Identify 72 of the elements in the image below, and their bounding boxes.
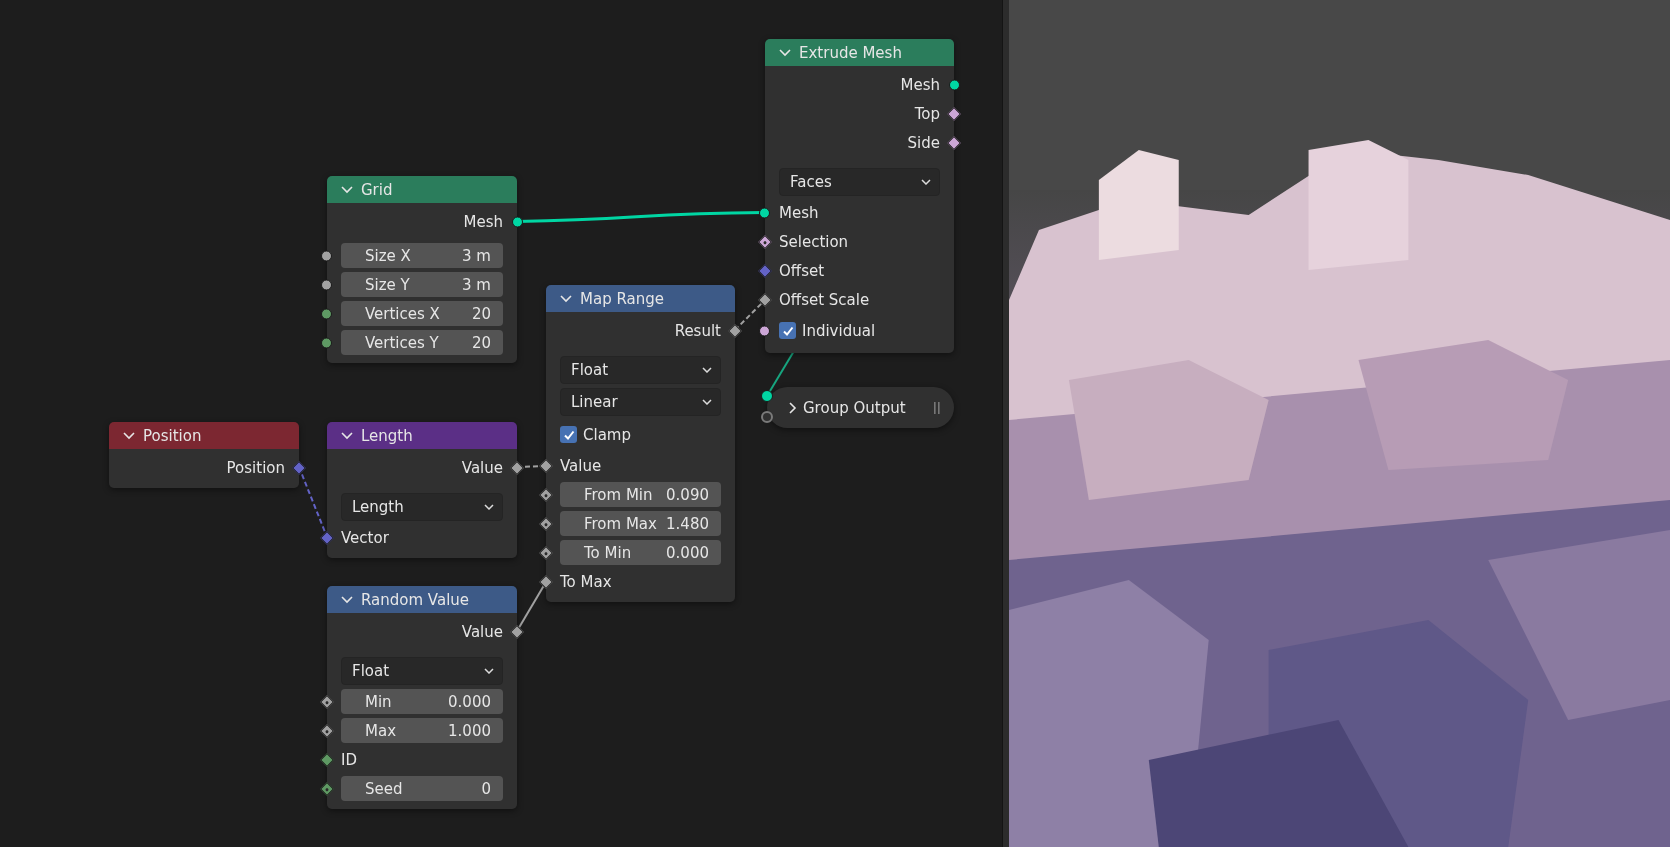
socket-label: Mesh — [463, 212, 503, 231]
socket-dot[interactable] — [949, 79, 960, 90]
node-title: Group Output — [803, 398, 907, 417]
node-title: Extrude Mesh — [799, 43, 902, 62]
node-header[interactable]: Position — [109, 422, 299, 449]
socket-dot[interactable] — [512, 216, 523, 227]
grip-icon[interactable] — [934, 401, 940, 414]
node-header[interactable]: Random Value — [327, 586, 517, 613]
socket-label: Side — [907, 133, 940, 152]
socket-dot[interactable] — [321, 279, 332, 290]
checkbox[interactable] — [560, 426, 577, 443]
chevron-right-icon[interactable] — [789, 401, 797, 414]
socket-dot[interactable] — [759, 207, 770, 218]
chevron-down-icon[interactable] — [341, 185, 353, 194]
number-field[interactable]: Size X 3 m — [341, 243, 503, 268]
socket-label: Value — [461, 622, 503, 641]
socket-label: Value — [461, 458, 503, 477]
socket-label: Selection — [779, 232, 849, 251]
socket-label: Result — [674, 321, 721, 340]
number-field[interactable]: From Min 0.090 — [560, 482, 721, 507]
node-title: Position — [143, 426, 202, 445]
socket-ring[interactable] — [761, 411, 773, 423]
caret-icon — [921, 179, 931, 185]
socket-label: Mesh — [779, 203, 819, 222]
socket-label: Position — [226, 458, 285, 477]
node-title: Random Value — [361, 590, 470, 609]
number-field[interactable]: To Min 0.000 — [560, 540, 721, 565]
number-field[interactable]: From Max 1.480 — [560, 511, 721, 536]
chevron-down-icon[interactable] — [341, 431, 353, 440]
chevron-down-icon[interactable] — [779, 48, 791, 57]
socket-dot[interactable] — [321, 337, 332, 348]
node-title: Map Range — [580, 289, 664, 308]
chevron-down-icon[interactable] — [123, 431, 135, 440]
number-field[interactable]: Vertices X 20 — [341, 301, 503, 326]
node-header[interactable]: Extrude Mesh — [765, 39, 954, 66]
node-header[interactable]: Length — [327, 422, 517, 449]
number-field[interactable]: Max 1.000 — [341, 718, 503, 743]
checkbox-label: Individual — [802, 321, 876, 340]
dropdown[interactable]: Length — [341, 493, 503, 521]
caret-icon — [484, 504, 494, 510]
caret-icon — [484, 668, 494, 674]
caret-icon — [702, 367, 712, 373]
node-title: Length — [361, 426, 413, 445]
socket-label: To Max — [560, 572, 612, 591]
checkbox-label: Clamp — [583, 425, 631, 444]
socket-label: Vector — [341, 528, 389, 547]
dropdown[interactable]: Float — [560, 356, 721, 384]
socket-dot[interactable] — [761, 390, 773, 402]
checkbox[interactable] — [779, 322, 796, 339]
dropdown[interactable]: Linear — [560, 388, 721, 416]
socket-dot[interactable] — [321, 308, 332, 319]
number-field[interactable]: Seed 0 — [341, 776, 503, 801]
dropdown[interactable]: Float — [341, 657, 503, 685]
chevron-down-icon[interactable] — [341, 595, 353, 604]
caret-icon — [702, 399, 712, 405]
socket-label: Value — [560, 456, 602, 475]
number-field[interactable]: Vertices Y 20 — [341, 330, 503, 355]
socket-dot[interactable] — [759, 325, 770, 336]
socket-label: Offset Scale — [779, 290, 870, 309]
socket-label: Top — [914, 104, 940, 123]
dropdown[interactable]: Faces — [779, 168, 940, 196]
socket-dot[interactable] — [321, 250, 332, 261]
node-title: Grid — [361, 180, 393, 199]
socket-label: ID — [341, 750, 357, 769]
node-header[interactable]: Grid — [327, 176, 517, 203]
socket-label: Offset — [779, 261, 825, 280]
node-header[interactable]: Map Range — [546, 285, 735, 312]
socket-label: Mesh — [900, 75, 940, 94]
collapsed-node[interactable]: Group Output — [767, 387, 954, 428]
chevron-down-icon[interactable] — [560, 294, 572, 303]
number-field[interactable]: Min 0.000 — [341, 689, 503, 714]
number-field[interactable]: Size Y 3 m — [341, 272, 503, 297]
